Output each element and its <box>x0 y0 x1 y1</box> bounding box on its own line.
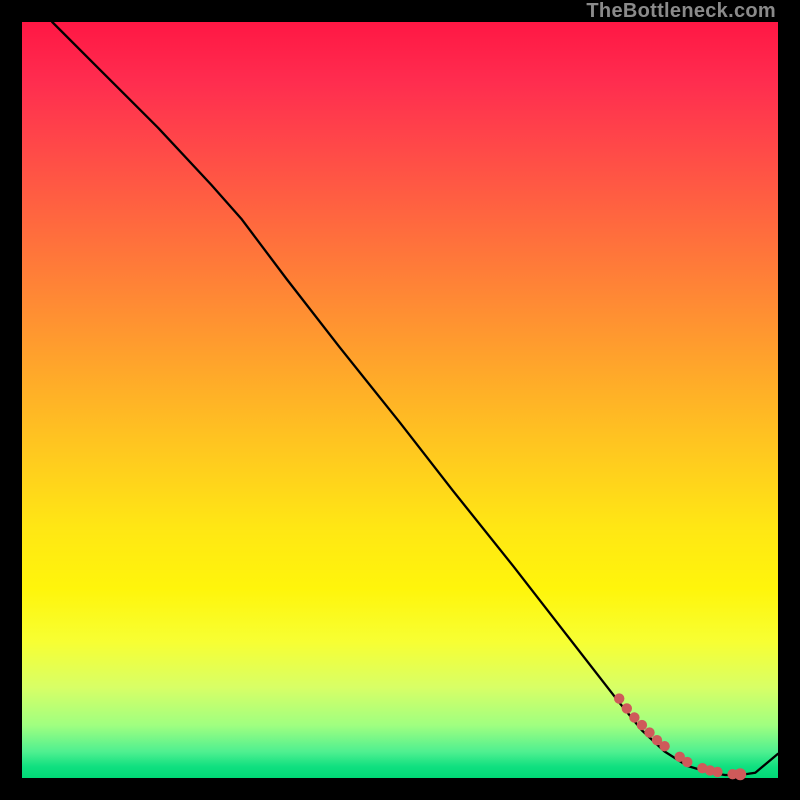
marker-point-end <box>734 768 746 780</box>
marker-point <box>712 767 722 777</box>
marker-point <box>629 712 639 722</box>
chart-line <box>52 22 778 775</box>
marker-point <box>637 720 647 730</box>
watermark: TheBottleneck.com <box>586 0 776 23</box>
marker-point <box>614 693 624 703</box>
marker-point <box>659 741 669 751</box>
marker-point <box>644 727 654 737</box>
marker-point <box>682 757 692 767</box>
chart-markers <box>614 693 746 780</box>
curve-line <box>52 22 778 775</box>
chart-overlay <box>22 22 778 778</box>
chart-frame: TheBottleneck.com <box>0 0 800 800</box>
marker-point <box>622 703 632 713</box>
